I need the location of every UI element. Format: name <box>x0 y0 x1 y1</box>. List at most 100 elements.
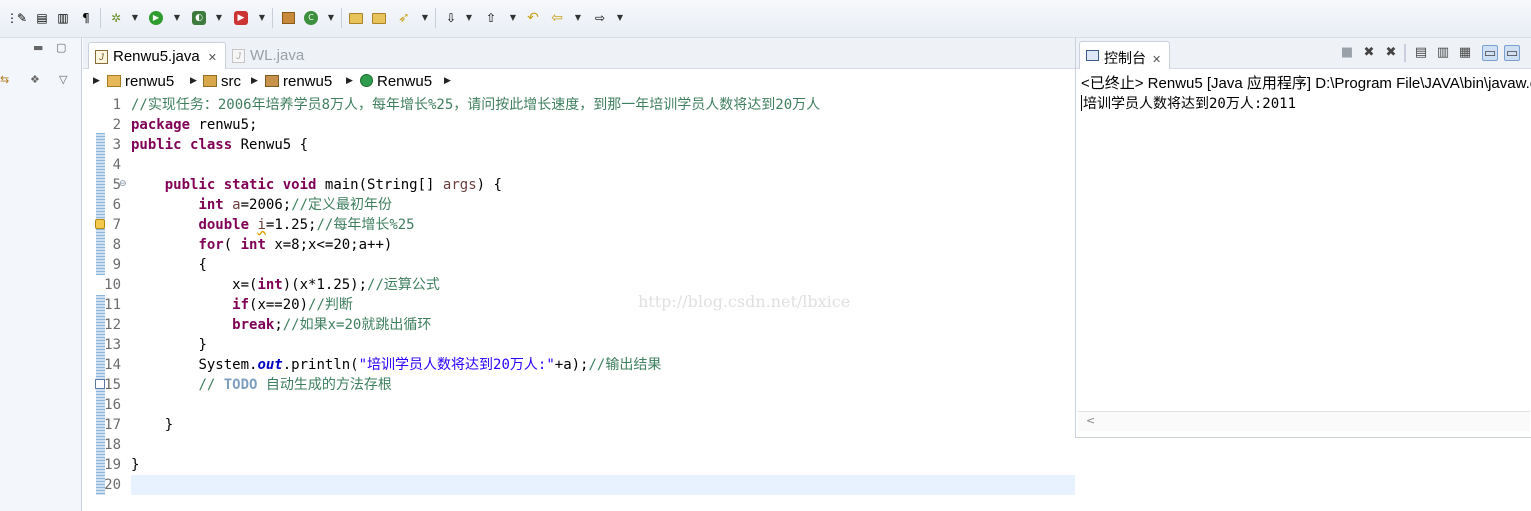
breadcrumb-src[interactable]: src <box>203 73 241 90</box>
chevron-down-icon[interactable]: ▼ <box>420 10 430 26</box>
coverage-icon[interactable]: ◐ <box>191 10 207 26</box>
chevron-down-icon[interactable]: ▼ <box>130 10 140 26</box>
text-caret <box>1081 95 1082 111</box>
chevron-right-icon[interactable]: ▶ <box>93 75 100 86</box>
chevron-down-icon[interactable]: ▼ <box>573 10 583 26</box>
new-icon[interactable]: ✎ <box>14 10 30 26</box>
debug-config-icon[interactable]: ✲ <box>108 10 124 26</box>
chevron-right-icon[interactable]: ▶ <box>190 75 197 86</box>
breadcrumb-class[interactable]: Renwu5 <box>360 73 432 90</box>
tab-renwu5-java[interactable]: J Renwu5.java ✕ <box>88 42 226 69</box>
remove-all-icon[interactable]: ✖ <box>1383 45 1399 61</box>
todo-tag: TODO <box>223 377 258 393</box>
chevron-down-icon[interactable]: ▼ <box>615 10 625 26</box>
keyword: public <box>164 177 216 193</box>
close-icon[interactable]: ✕ <box>208 52 217 64</box>
toolbar-separator <box>272 8 273 28</box>
keyword: if <box>232 297 250 313</box>
tab-label: WL.java <box>250 47 305 64</box>
back-icon[interactable]: ⇦ <box>549 10 565 26</box>
line-number: 19 <box>104 457 121 473</box>
save-all-icon[interactable]: ▤ <box>34 10 50 26</box>
view-menu-icon[interactable]: ▽ <box>59 73 67 86</box>
scroll-left-icon[interactable]: < <box>1086 414 1095 427</box>
console-header: 控制台 ✕ ■ ✖ ✖ ▤ ▥ ▦ ▭ ▭ <box>1076 38 1531 69</box>
comment: //每年增长%25 <box>316 217 415 233</box>
code-line: //实现任务：2006年培养学员8万人，每年增长%25，请问按此增长速度，到那一… <box>131 95 820 115</box>
code-text: +a); <box>554 357 589 373</box>
terminate-icon[interactable]: ■ <box>1339 45 1355 61</box>
last-edit-icon[interactable]: ↶ <box>525 10 541 26</box>
code-text: (x==20) <box>249 297 309 313</box>
next-annotation-icon[interactable]: ⇩ <box>443 10 459 26</box>
chevron-down-icon[interactable]: ▼ <box>326 10 336 26</box>
breadcrumb: ▶ renwu5 ▶ src ▶ renwu5 ▶ Renwu5 ▶ <box>83 69 1075 95</box>
comment: // <box>198 377 224 393</box>
tab-console[interactable]: 控制台 ✕ <box>1079 41 1171 69</box>
code-line: break;//如果x=20就跳出循环 <box>131 315 431 335</box>
chevron-right-icon[interactable]: ▶ <box>346 75 353 86</box>
run-icon[interactable]: ▶ <box>148 10 164 26</box>
search-icon[interactable]: ➶ <box>396 10 412 26</box>
code-text: Renwu5 { <box>232 137 309 153</box>
tab-wl-java[interactable]: J WL.java <box>226 42 312 69</box>
static-field: out <box>257 357 283 373</box>
paragraph-icon[interactable]: ¶ <box>78 10 94 26</box>
breadcrumb-project[interactable]: renwu5 <box>107 73 174 90</box>
comment: //如果x=20就跳出循环 <box>282 317 432 333</box>
code-line: for( int x=8;x<=20;a++) <box>131 235 392 255</box>
minimize-icon[interactable]: ▬ <box>33 41 43 54</box>
new-package-icon[interactable] <box>280 10 296 26</box>
maximize-icon[interactable]: ▢ <box>56 41 66 54</box>
java-file-icon: J <box>232 49 245 63</box>
previous-annotation-icon[interactable]: ⇧ <box>483 10 499 26</box>
code-text: { <box>198 257 207 273</box>
toolbar-separator <box>435 8 436 28</box>
comment: //输出结果 <box>588 357 662 373</box>
collapse-all-icon[interactable]: ❖ <box>30 73 40 86</box>
line-number: 16 <box>104 397 121 413</box>
line-number: 3 <box>112 137 121 153</box>
code-line: double i=1.25;//每年增长%25 <box>131 215 415 235</box>
open-type-icon[interactable] <box>348 10 364 26</box>
code-text: ; <box>274 317 283 333</box>
console-output[interactable]: 培训学员人数将达到20万人:2011 <box>1081 93 1296 113</box>
chevron-down-icon[interactable]: ▼ <box>214 10 224 26</box>
sync-icon[interactable]: ⇆ <box>0 73 9 86</box>
keyword: int <box>198 197 224 213</box>
close-icon[interactable]: ✕ <box>1152 53 1161 66</box>
new-class-icon[interactable]: C <box>303 10 319 26</box>
code-line: public class Renwu5 { <box>131 135 308 155</box>
horizontal-scrollbar[interactable]: < <box>1078 411 1530 431</box>
editor-tabbar: J Renwu5.java ✕ J WL.java <box>83 38 1075 69</box>
breadcrumb-package[interactable]: renwu5 <box>265 73 332 90</box>
class-icon <box>360 74 373 87</box>
remove-launch-icon[interactable]: ✖ <box>1361 45 1377 61</box>
fold-collapse-icon[interactable]: ⊖ <box>119 179 127 189</box>
code-area[interactable]: //实现任务：2006年培养学员8万人，每年增长%25，请问按此增长速度，到那一… <box>131 95 1075 511</box>
variable: a <box>232 197 241 213</box>
breadcrumb-label: renwu5 <box>283 73 333 90</box>
show-on-error-icon[interactable]: ▭ <box>1504 45 1520 61</box>
line-number: 8 <box>112 237 121 253</box>
word-wrap-icon[interactable]: ▦ <box>1457 45 1473 61</box>
scroll-lock-icon[interactable]: ▥ <box>1435 45 1451 61</box>
keyword: for <box>198 237 224 253</box>
variable: args <box>442 177 477 193</box>
forward-icon[interactable]: ⇨ <box>592 10 608 26</box>
chevron-right-icon[interactable]: ▶ <box>251 75 258 86</box>
print-icon[interactable]: ▥ <box>55 10 71 26</box>
chevron-right-icon[interactable]: ▶ <box>444 75 451 86</box>
chevron-down-icon[interactable]: ▼ <box>508 10 518 26</box>
comment: //运算公式 <box>367 277 440 293</box>
open-folder-icon[interactable] <box>371 10 387 26</box>
external-tools-icon[interactable]: ▶ <box>233 10 249 26</box>
show-on-output-icon[interactable]: ▭ <box>1482 45 1498 61</box>
chevron-down-icon[interactable]: ▼ <box>172 10 182 26</box>
keyword: break <box>232 317 275 333</box>
code-line: if(x==20)//判断 <box>131 295 353 315</box>
clear-console-icon[interactable]: ▤ <box>1413 45 1429 61</box>
java-editor: J Renwu5.java ✕ J WL.java ▶ renwu5 ▶ src … <box>83 38 1075 511</box>
chevron-down-icon[interactable]: ▼ <box>464 10 474 26</box>
chevron-down-icon[interactable]: ▼ <box>257 10 267 26</box>
